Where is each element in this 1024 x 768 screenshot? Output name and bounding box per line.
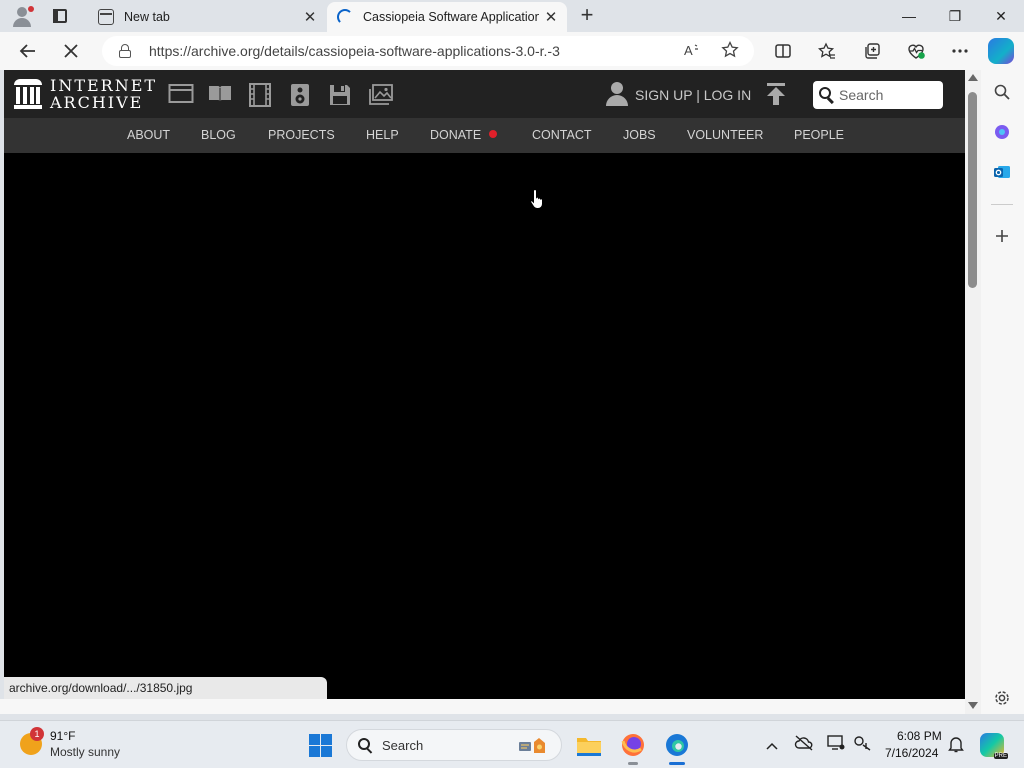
weather-condition[interactable]: Mostly sunny <box>50 745 120 759</box>
tab-strip: New tab ✕ Cassiopeia Software Applicatio… <box>0 0 1024 32</box>
favorite-star-icon[interactable] <box>720 40 740 61</box>
sign-up-log-in-link[interactable]: SIGN UP | LOG IN <box>635 87 751 103</box>
tab-new-tab[interactable]: New tab ✕ <box>88 2 326 32</box>
scroll-down-arrow-icon[interactable] <box>968 702 978 709</box>
nav-volunteer[interactable]: VOLUNTEER <box>687 128 763 142</box>
texts-icon[interactable] <box>207 83 233 105</box>
scrollbar-thumb[interactable] <box>968 92 977 288</box>
chevron-up-icon[interactable] <box>762 735 782 755</box>
sidebar-separator <box>991 204 1013 205</box>
url-text[interactable]: https://archive.org/details/cassiopeia-s… <box>149 43 560 59</box>
search-highlight-icon <box>517 736 547 756</box>
loading-spinner-icon <box>337 9 353 25</box>
web-icon[interactable] <box>168 83 194 105</box>
taskbar-search-label: Search <box>382 738 424 753</box>
windows-taskbar: 1 91°F Mostly sunny Search 6:08 PM 7/16/… <box>0 720 1024 768</box>
search-icon <box>819 87 835 105</box>
read-aloud-icon[interactable]: A <box>682 41 702 61</box>
file-explorer-icon[interactable] <box>573 729 605 761</box>
web-viewport: INTERNET ARCHIVE SIGN UP | LOG IN AB <box>4 70 965 699</box>
user-avatar-icon[interactable] <box>606 82 628 106</box>
nav-about[interactable]: ABOUT <box>127 128 170 142</box>
back-icon[interactable] <box>13 36 43 66</box>
taskbar-search-box[interactable]: Search <box>346 729 562 761</box>
viewport-bottom-edge <box>0 699 965 714</box>
favorites-icon[interactable] <box>812 36 842 66</box>
page-scrollbar[interactable] <box>965 70 981 714</box>
taskbar-copilot-icon[interactable]: PRE <box>980 733 1008 759</box>
donate-indicator-dot <box>489 130 498 138</box>
profile-icon[interactable] <box>10 4 34 28</box>
hand-pointer-cursor-icon <box>530 188 546 210</box>
browser-essentials-icon[interactable] <box>901 36 931 66</box>
settings-icon[interactable] <box>990 686 1014 710</box>
audio-icon[interactable] <box>288 83 314 106</box>
sidebar-search-icon[interactable] <box>990 80 1014 104</box>
app-running-indicator <box>628 762 638 765</box>
site-search-input[interactable] <box>839 85 939 105</box>
windows-start-icon[interactable] <box>309 734 332 757</box>
nav-projects[interactable]: PROJECTS <box>268 128 335 142</box>
tab-title: Cassiopeia Software Applications 3.0-r.-… <box>363 10 539 24</box>
clock-date[interactable]: 7/16/2024 <box>885 746 938 760</box>
browser-toolbar: https://archive.org/details/cassiopeia-s… <box>0 32 1024 70</box>
link-status-bar: archive.org/download/.../31850.jpg <box>4 677 327 699</box>
software-icon[interactable] <box>328 83 354 105</box>
svg-text:A: A <box>684 43 693 58</box>
close-tab-icon[interactable]: ✕ <box>298 5 322 29</box>
weather-temperature[interactable]: 91°F <box>50 729 75 743</box>
firefox-icon[interactable] <box>617 729 649 765</box>
outlook-icon[interactable] <box>990 160 1014 184</box>
scroll-up-arrow-icon[interactable] <box>968 74 978 81</box>
copilot-icon[interactable] <box>988 38 1014 64</box>
nav-donate[interactable]: DONATE <box>430 128 498 142</box>
tab-actions-icon[interactable] <box>50 6 70 26</box>
stop-icon[interactable] <box>56 36 86 66</box>
edge-icon[interactable] <box>661 729 693 765</box>
split-screen-icon[interactable] <box>768 36 798 66</box>
app-active-indicator <box>669 762 685 765</box>
site-info-lock-icon[interactable] <box>119 44 131 58</box>
restore-button[interactable]: ❐ <box>932 0 978 32</box>
network-icon[interactable] <box>852 735 872 755</box>
tab-cassiopeia[interactable]: Cassiopeia Software Applications 3.0-r.-… <box>327 2 567 32</box>
address-bar[interactable]: https://archive.org/details/cassiopeia-s… <box>102 36 754 66</box>
internet-archive-logo-text[interactable]: INTERNET ARCHIVE <box>50 77 157 111</box>
nav-blog[interactable]: BLOG <box>201 128 236 142</box>
clock-time[interactable]: 6:08 PM <box>897 729 942 743</box>
close-tab-icon[interactable]: ✕ <box>539 5 563 29</box>
nav-donate-label: DONATE <box>430 128 482 142</box>
new-tab-button[interactable]: + <box>575 4 599 28</box>
collections-icon[interactable] <box>857 36 887 66</box>
minimize-button[interactable]: — <box>886 0 932 32</box>
nav-contact[interactable]: CONTACT <box>532 128 592 142</box>
sidebar-copilot-icon[interactable] <box>990 120 1014 144</box>
cloud-offline-icon[interactable] <box>794 735 814 755</box>
copilot-preview-badge: PRE <box>993 753 1008 759</box>
edge-sidebar <box>981 70 1024 714</box>
site-header: INTERNET ARCHIVE SIGN UP | LOG IN <box>4 70 965 118</box>
site-nav: ABOUT BLOG PROJECTS HELP DONATE CONTACT … <box>4 118 965 153</box>
site-search-box[interactable] <box>813 81 943 109</box>
images-icon[interactable] <box>368 83 394 105</box>
nav-jobs[interactable]: JOBS <box>623 128 656 142</box>
upload-icon[interactable] <box>765 83 787 105</box>
video-icon[interactable] <box>247 83 273 107</box>
internet-archive-logo-icon[interactable] <box>14 79 42 109</box>
add-icon[interactable] <box>990 224 1014 248</box>
nav-people[interactable]: PEOPLE <box>794 128 844 142</box>
display-icon[interactable] <box>826 735 846 755</box>
weather-alert-badge: 1 <box>30 727 44 741</box>
new-tab-favicon-icon <box>98 9 114 25</box>
nav-help[interactable]: HELP <box>366 128 399 142</box>
window-controls: — ❐ ✕ <box>886 0 1024 32</box>
search-icon <box>358 738 374 754</box>
close-window-button[interactable]: ✕ <box>978 0 1024 32</box>
notification-bell-icon[interactable] <box>946 735 966 755</box>
more-icon[interactable] <box>945 36 975 66</box>
tab-title: New tab <box>124 10 170 24</box>
